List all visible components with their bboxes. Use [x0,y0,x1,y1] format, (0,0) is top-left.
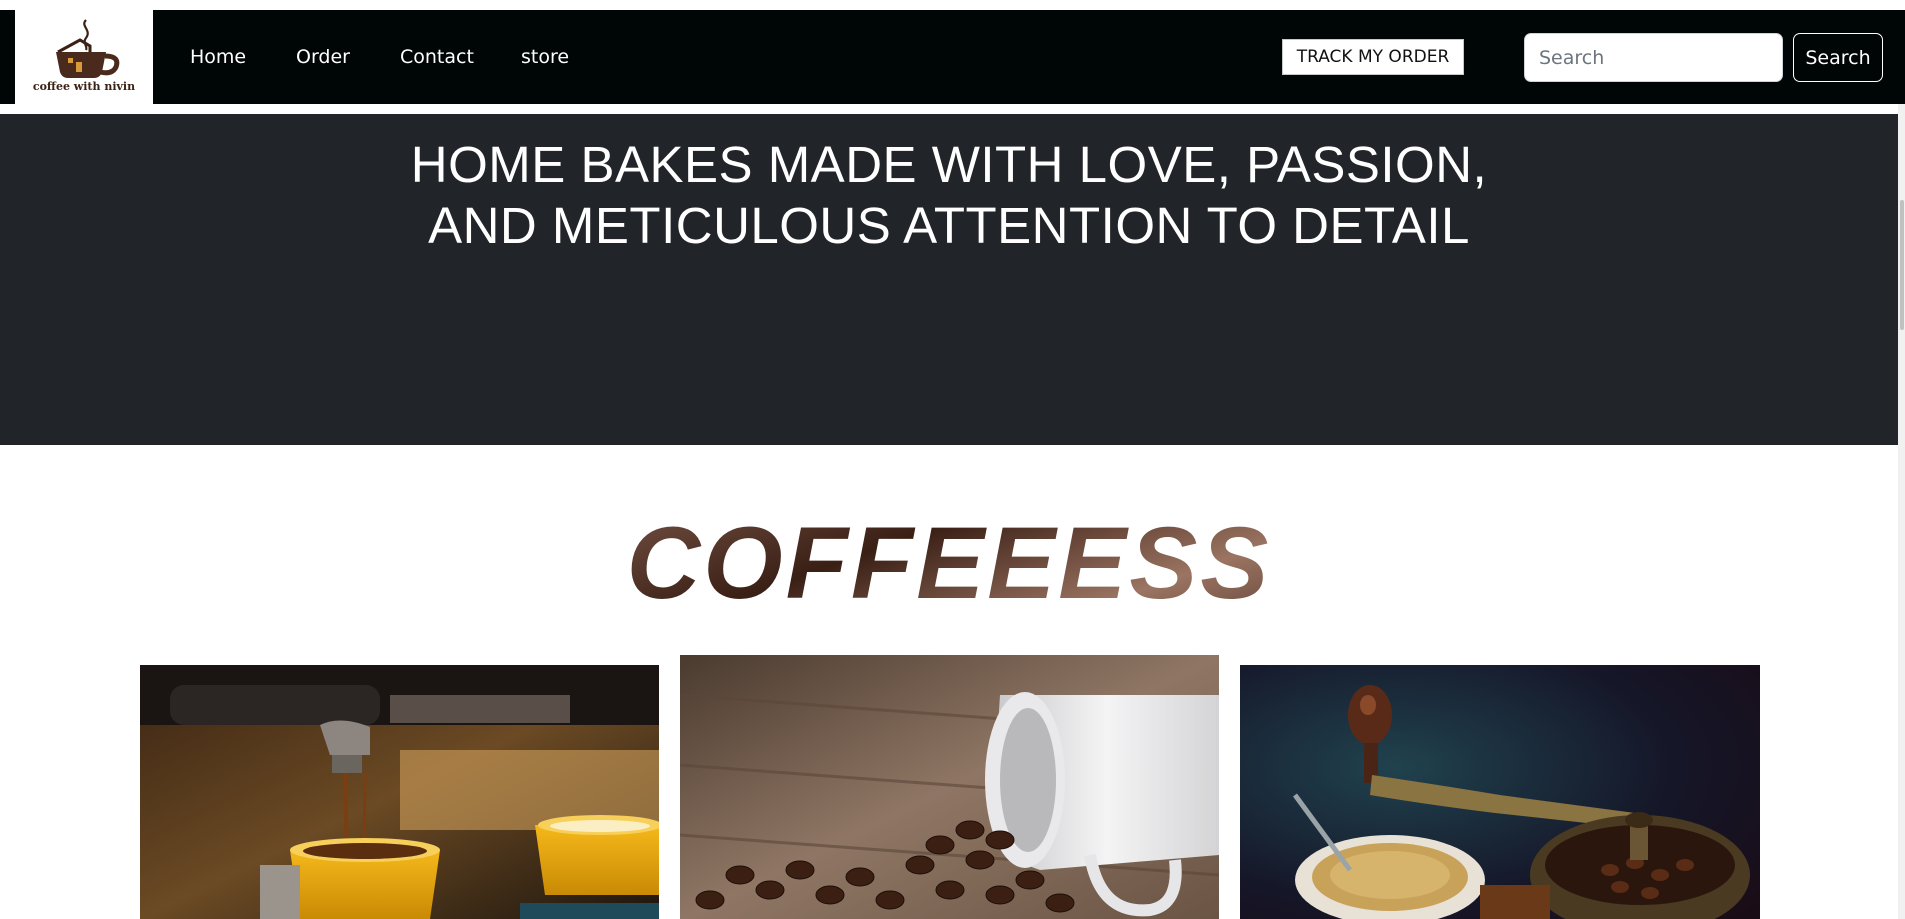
track-my-order-button[interactable]: TRACK MY ORDER [1282,39,1464,75]
hero-title-line-1: HOME BAKES MADE WITH LOVE, PASSION, [410,136,1488,193]
coffee-grinder-image[interactable] [1240,665,1760,919]
coffee-beans-mug-image[interactable] [680,655,1219,919]
nav-link-contact[interactable]: Contact [400,10,474,104]
nav-link-store[interactable]: store [521,10,569,104]
search-input[interactable] [1524,33,1783,82]
top-navbar: coffee with nivin Home Order Contact sto… [0,10,1905,104]
page-scrollbar-thumb[interactable] [1900,200,1904,330]
hero-title: HOME BAKES MADE WITH LOVE, PASSION, AND … [0,134,1898,256]
coffee-cup-house-icon [56,19,120,78]
espresso-machine-image[interactable] [140,665,659,919]
hero-title-line-2: AND METICULOUS ATTENTION TO DETAIL [428,197,1470,254]
brand-logo[interactable]: coffee with nivin [15,10,153,104]
search-button[interactable]: Search [1793,33,1883,82]
hero-banner: HOME BAKES MADE WITH LOVE, PASSION, AND … [0,114,1898,445]
coffee-section-heading: COFFEEESS [0,503,1898,623]
logo-text: coffee with nivin [32,80,136,93]
nav-link-home[interactable]: Home [190,10,246,104]
nav-link-order[interactable]: Order [296,10,350,104]
